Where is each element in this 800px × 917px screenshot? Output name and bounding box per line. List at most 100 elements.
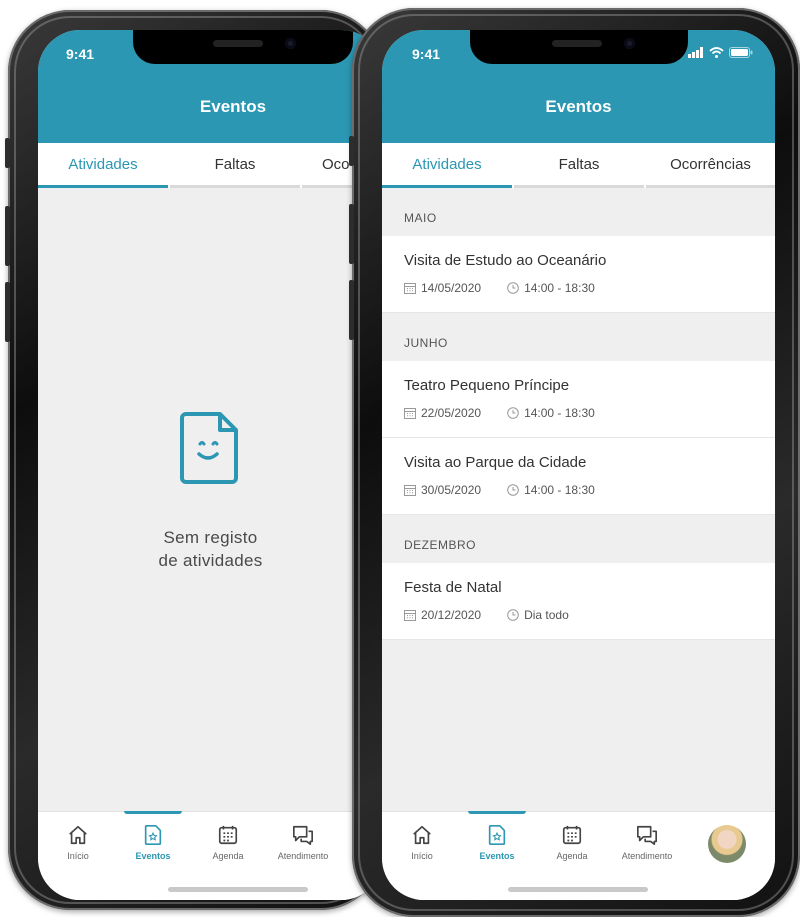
document-smile-icon (179, 412, 238, 484)
calendar-icon (404, 408, 416, 419)
status-icons (688, 47, 753, 58)
event-time: 14:00 - 18:30 (524, 483, 595, 497)
nav-atendimento[interactable]: Atendimento (612, 824, 682, 861)
event-title: Visita ao Parque da Cidade (404, 454, 587, 471)
tab-ocorrencias[interactable]: Ocorrências (646, 143, 775, 188)
bottom-nav: Início Eventos Agenda Atendimento (38, 811, 383, 900)
events-list: MAIO Visita de Estudo ao Oceanário 14/05… (382, 188, 775, 640)
calendar-icon (404, 283, 416, 294)
tab-atividades[interactable]: Atividades (38, 143, 168, 188)
nav-label: Eventos (479, 851, 515, 861)
page-title: Eventos (199, 97, 267, 116)
right-phone-frame: 9:41 Eventos Atividades Faltas Ocorrênci… (349, 8, 800, 917)
event-date: 22/05/2020 (421, 406, 482, 420)
nav-atendimento[interactable]: Atendimento (268, 824, 338, 861)
nav-agenda[interactable]: Agenda (193, 824, 263, 861)
month-header: DEZEMBRO (382, 515, 775, 563)
bottom-nav: Início Eventos Agenda Atendimento (382, 811, 775, 900)
tab-faltas[interactable]: Faltas (170, 143, 300, 188)
volume-button (5, 206, 10, 266)
right-screen: 9:41 Eventos Atividades Faltas Ocorrênci… (382, 30, 775, 900)
empty-state: Sem registo de atividades (38, 410, 383, 572)
month-header: JUNHO (382, 313, 775, 361)
nav-label: Agenda (212, 851, 244, 861)
tab-indicator (170, 185, 300, 188)
chat-icon (293, 825, 313, 845)
event-date: 20/12/2020 (421, 608, 482, 622)
home-icon (413, 825, 431, 845)
nav-agenda[interactable]: Agenda (537, 824, 607, 861)
nav-label: Início (411, 851, 433, 861)
status-time: 9:41 (66, 46, 95, 62)
side-button (349, 136, 354, 166)
tab-label: Oco (322, 156, 350, 173)
calendar-icon (562, 825, 582, 845)
event-item[interactable]: Visita de Estudo ao Oceanário 14/05/2020… (382, 236, 775, 313)
volume-button (5, 282, 10, 342)
calendar-icon (218, 825, 238, 845)
notch (133, 30, 353, 64)
nav-active-indicator (124, 811, 182, 814)
event-meta: 30/05/2020 14:00 - 18:30 (404, 483, 595, 497)
nav-eventos[interactable]: Eventos (462, 811, 532, 861)
page-title: Eventos (545, 97, 612, 116)
side-button (349, 280, 354, 340)
event-item[interactable]: Visita ao Parque da Cidade 30/05/2020 14… (382, 438, 775, 515)
event-document-icon (488, 825, 506, 845)
front-camera (624, 38, 635, 49)
event-meta: 22/05/2020 14:00 - 18:30 (404, 406, 595, 420)
empty-message-line2: de atividades (158, 551, 263, 570)
tab-label: Faltas (214, 156, 256, 173)
month-header: MAIO (382, 188, 775, 236)
event-title: Visita de Estudo ao Oceanário (404, 252, 607, 269)
event-time: Dia todo (524, 608, 569, 622)
event-date: 30/05/2020 (421, 483, 482, 497)
event-time: 14:00 - 18:30 (524, 406, 595, 420)
nav-label: Atendimento (277, 851, 329, 861)
event-item[interactable]: Teatro Pequeno Príncipe 22/05/2020 14:00… (382, 361, 775, 438)
clock-icon (507, 484, 519, 496)
event-meta: 20/12/2020 Dia todo (404, 608, 569, 622)
home-indicator (168, 887, 308, 892)
nav-label: Agenda (556, 851, 588, 861)
event-item[interactable]: Festa de Natal 20/12/2020 Dia todo (382, 563, 775, 640)
nav-inicio[interactable]: Início (387, 824, 457, 861)
nav-eventos[interactable]: Eventos (118, 811, 188, 861)
wifi-icon (709, 47, 724, 58)
battery-icon (729, 47, 753, 58)
volume-button (5, 138, 10, 168)
tab-label: Atividades (412, 156, 482, 173)
tab-label: Atividades (68, 156, 138, 173)
left-phone-frame: 9:41 Eventos Atividades Faltas Oco Sem r… (5, 10, 383, 910)
signal-icon (688, 47, 703, 58)
event-date: 14/05/2020 (421, 281, 482, 295)
side-button (349, 204, 354, 264)
front-camera (285, 38, 296, 49)
clock-icon (507, 282, 519, 294)
empty-message-line1: Sem registo (163, 528, 258, 547)
clock-icon (507, 407, 519, 419)
speaker (552, 40, 602, 47)
home-indicator (508, 887, 648, 892)
speaker (213, 40, 263, 47)
tab-faltas[interactable]: Faltas (514, 143, 644, 188)
tab-bar: Atividades Faltas Ocorrências (382, 143, 775, 188)
home-icon (69, 825, 87, 845)
nav-label: Atendimento (621, 851, 673, 861)
calendar-icon (404, 485, 416, 496)
status-time: 9:41 (412, 46, 441, 62)
tab-atividades[interactable]: Atividades (382, 143, 512, 188)
left-screen: 9:41 Eventos Atividades Faltas Oco Sem r… (38, 30, 383, 900)
tab-indicator (38, 185, 168, 188)
profile-avatar[interactable] (708, 825, 746, 863)
nav-inicio[interactable]: Início (43, 824, 113, 861)
notch (470, 30, 688, 64)
tab-bar: Atividades Faltas Oco (38, 143, 383, 188)
tab-label: Ocorrências (670, 156, 751, 173)
calendar-icon (404, 610, 416, 621)
app-header: 9:41 Eventos (382, 30, 775, 143)
nav-label: Início (67, 851, 89, 861)
nav-label: Eventos (135, 851, 171, 861)
event-title: Teatro Pequeno Príncipe (404, 377, 570, 394)
app-header: 9:41 Eventos (38, 30, 383, 143)
